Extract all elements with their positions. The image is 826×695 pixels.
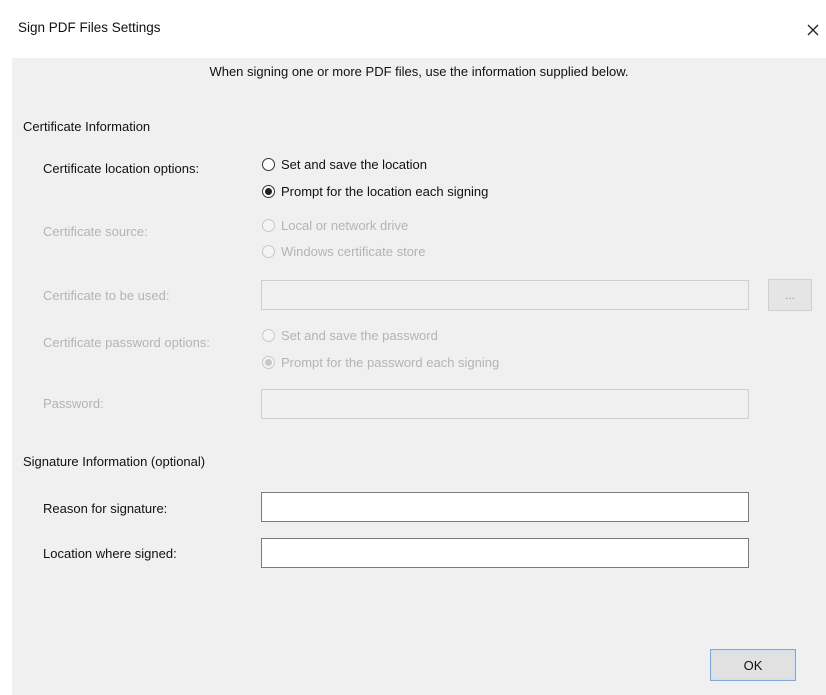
radio-circle (262, 219, 275, 232)
dialog-body: When signing one or more PDF files, use … (12, 58, 826, 695)
password-label: Password: (43, 396, 104, 411)
certificate-section-title: Certificate Information (23, 119, 151, 134)
window-title: Sign PDF Files Settings (18, 20, 161, 35)
radio-label: Prompt for the location each signing (281, 184, 489, 199)
radio-circle-checked (262, 185, 275, 198)
location-signed-input[interactable] (261, 538, 749, 568)
certificate-source-label: Certificate source: (43, 224, 148, 239)
radio-set-save-location[interactable]: Set and save the location (262, 157, 427, 172)
radio-label: Prompt for the password each signing (281, 355, 500, 370)
radio-circle-checked (262, 356, 275, 369)
certificate-path-input[interactable] (261, 280, 749, 310)
radio-label: Set and save the location (281, 157, 427, 172)
intro-text: When signing one or more PDF files, use … (209, 64, 629, 79)
password-input[interactable] (261, 389, 749, 419)
radio-prompt-password[interactable]: Prompt for the password each signing (262, 355, 499, 370)
radio-circle (262, 245, 275, 258)
certificate-to-be-used-label: Certificate to be used: (43, 288, 170, 303)
radio-label: Windows certificate store (281, 244, 426, 259)
location-signed-label: Location where signed: (43, 546, 177, 561)
radio-label: Local or network drive (281, 218, 409, 233)
ok-button[interactable]: OK (710, 649, 796, 681)
close-button[interactable] (800, 8, 826, 52)
reason-label: Reason for signature: (43, 501, 168, 516)
reason-input[interactable] (261, 492, 749, 522)
certificate-location-label: Certificate location options: (43, 161, 200, 176)
close-icon (807, 24, 819, 36)
browse-button[interactable]: ... (768, 279, 812, 311)
radio-circle (262, 329, 275, 342)
radio-prompt-location[interactable]: Prompt for the location each signing (262, 184, 488, 199)
radio-local-network-drive[interactable]: Local or network drive (262, 218, 408, 233)
signature-section-title: Signature Information (optional) (23, 454, 206, 469)
certificate-password-options-label: Certificate password options: (43, 335, 210, 350)
title-bar: Sign PDF Files Settings (0, 0, 826, 58)
radio-windows-cert-store[interactable]: Windows certificate store (262, 244, 426, 259)
radio-circle (262, 158, 275, 171)
radio-set-save-password[interactable]: Set and save the password (262, 328, 438, 343)
radio-label: Set and save the password (281, 328, 438, 343)
